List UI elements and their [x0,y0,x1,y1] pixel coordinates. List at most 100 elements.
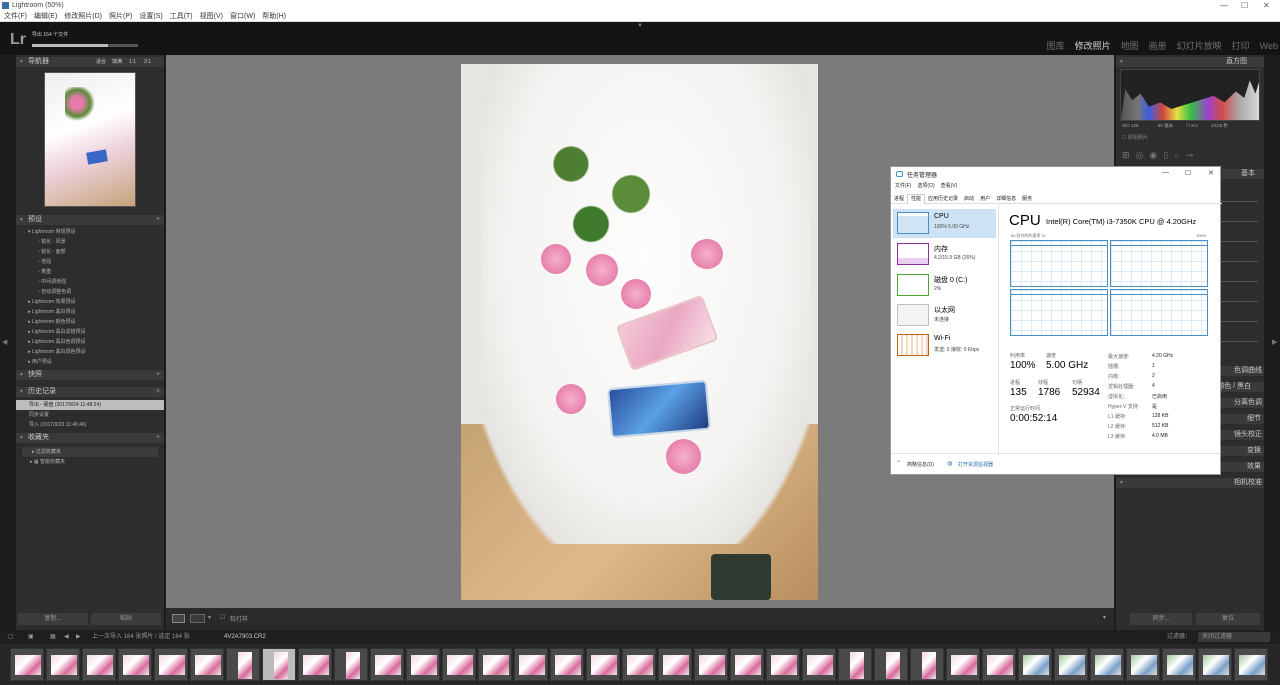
collapse-top-arrow-icon[interactable]: ▲ [637,22,643,28]
tab-performance[interactable]: 性能 [907,194,926,205]
filmstrip-thumbnail[interactable] [1126,648,1160,681]
filmstrip-thumbnail[interactable] [10,648,44,681]
menu-photo[interactable]: 照片(P) [109,13,132,20]
menu-tools[interactable]: 工具(T) [170,13,193,20]
tab-users[interactable]: 用户 [977,195,993,204]
tm-maximize-button[interactable]: ☐ [1185,169,1191,177]
tab-processes[interactable]: 进程 [891,195,907,204]
filmstrip-thumbnail[interactable] [1054,648,1088,681]
module-map[interactable]: 地图 [1121,41,1139,51]
perf-item-ethernet[interactable]: 以太网 未连接 [893,301,996,330]
tm-menu-file[interactable]: 文件(F) [895,183,911,189]
collections-header[interactable]: 收藏夹 + [16,433,164,443]
toolbar-menu-chevron-icon[interactable]: ▾ [1103,614,1106,621]
filmstrip-thumbnail[interactable] [226,648,260,681]
filmstrip-thumbnail[interactable] [1234,648,1268,681]
filmstrip-thumbnail[interactable] [694,648,728,681]
maximize-button[interactable]: ☐ [1241,0,1248,11]
crop-tool-icon[interactable]: ⊞ [1122,150,1136,160]
module-develop[interactable]: 修改照片 [1075,41,1111,51]
filmstrip-thumbnail[interactable] [298,648,332,681]
open-resource-monitor-link[interactable]: 打开资源监视器 [958,461,993,468]
preset-group[interactable]: ▸ Lightroom 黑白滤镜预设 [16,327,86,337]
preset-group[interactable]: ▸ Lightroom 黑白色调预设 [16,337,86,347]
add-collection-icon[interactable]: + [156,433,160,443]
tab-services[interactable]: 服务 [1019,195,1035,204]
tab-details[interactable]: 详细信息 [993,195,1019,204]
preset-group[interactable]: ▸ Lightroom 黑白调色预设 [16,347,86,357]
collection-item-filter[interactable]: ▸ 过滤收藏夹 [22,447,158,457]
calibration-header[interactable]: 相机校准 [1116,478,1264,488]
menu-edit[interactable]: 编辑(E) [34,13,57,20]
history-item[interactable]: 同步设置 [16,410,164,420]
filmstrip-thumbnail[interactable] [334,648,368,681]
tm-close-button[interactable]: ✕ [1208,169,1214,177]
grid-view-icon[interactable]: ▦ [50,630,56,644]
add-preset-icon[interactable]: + [156,215,160,225]
histogram-graph[interactable] [1120,69,1260,121]
photo-preview[interactable] [461,64,818,600]
radial-filter-icon[interactable]: ○ [1174,150,1185,160]
perf-item-memory[interactable]: 内存 4.2/15.9 GB (26%) [893,240,996,269]
add-snapshot-icon[interactable]: + [156,370,160,380]
history-item[interactable]: 导入 (2017/9/23 11:46:46) [16,420,164,430]
filmstrip-thumbnail[interactable] [586,648,620,681]
module-library[interactable]: 图库 [1047,41,1065,51]
preset-group[interactable]: ▸ Lightroom 效果预设 [16,297,86,307]
secondary-window-icon[interactable]: ▣ [28,630,34,644]
filmstrip-thumbnail[interactable] [730,648,764,681]
clear-history-icon[interactable]: × [156,387,160,397]
tab-app-history[interactable]: 应用历史记录 [925,195,961,204]
filmstrip-thumbnail[interactable] [514,648,548,681]
zoom-fit[interactable]: 适合 [96,57,106,67]
snapshots-header[interactable]: 快照 + [16,370,164,380]
filmstrip-thumbnail[interactable] [406,648,440,681]
module-web[interactable]: Web [1260,41,1278,51]
preset-item[interactable]: ▫ 锐化 - 风景 [16,237,86,247]
filmstrip-thumbnail[interactable] [874,648,908,681]
filmstrip-thumbnail[interactable] [910,648,944,681]
fewer-details-chevron-icon[interactable]: ⌃ [896,460,901,467]
preset-group[interactable]: ▸ 用户预设 [16,357,86,367]
filmstrip-thumbnail-selected[interactable] [262,648,296,681]
preset-group[interactable]: ▸ Lightroom 颜色预设 [16,317,86,327]
filmstrip-thumbnail[interactable] [1162,648,1196,681]
spot-removal-icon[interactable]: ◎ [1136,150,1150,160]
filmstrip-thumbnail[interactable] [478,648,512,681]
presets-header[interactable]: 预设 + [16,215,164,225]
filmstrip-thumbnail[interactable] [82,648,116,681]
filmstrip-thumbnail[interactable] [802,648,836,681]
filmstrip-thumbnail[interactable] [946,648,980,681]
menu-file[interactable]: 文件(F) [4,13,27,20]
navigator-preview[interactable] [44,72,136,207]
filmstrip-thumbnail[interactable] [46,648,80,681]
perf-item-cpu[interactable]: CPU 100% 5.00 GHz [893,209,996,238]
module-book[interactable]: 画册 [1149,41,1167,51]
preset-item[interactable]: ▫ 着重 [16,267,86,277]
fewer-details-link[interactable]: 简略信息(D) [907,461,934,468]
zoom-fill[interactable]: 填满 [112,57,122,67]
menu-help[interactable]: 帮助(H) [262,13,286,20]
module-slideshow[interactable]: 幻灯片放映 [1177,41,1222,51]
filmstrip-thumbnail[interactable] [1090,648,1124,681]
minimize-button[interactable]: — [1220,0,1228,11]
menu-window[interactable]: 窗口(W) [230,13,255,20]
menu-view[interactable]: 视图(V) [200,13,223,20]
filmstrip-thumbnail[interactable] [370,648,404,681]
paste-settings-button[interactable]: 粘贴 [91,613,161,625]
module-print[interactable]: 打印 [1232,41,1250,51]
prev-photo-icon[interactable]: ◀ [64,630,69,644]
filmstrip-thumbnail[interactable] [442,648,476,681]
preset-item[interactable]: ▫ 自动调整色调 [16,287,86,297]
next-photo-icon[interactable]: ▶ [76,630,81,644]
filmstrip-thumbnail[interactable] [982,648,1016,681]
preset-item[interactable]: ▫ 中间调增强 [16,277,86,287]
original-photo-toggle[interactable]: ☐ 原始照片 [1122,134,1148,141]
filmstrip-thumbnail[interactable] [658,648,692,681]
copy-settings-button[interactable]: 复制... [18,613,88,625]
menu-settings[interactable]: 设置(S) [139,13,162,20]
menu-develop[interactable]: 修改照片(D) [64,13,102,20]
tm-minimize-button[interactable]: — [1162,169,1169,176]
filmstrip-thumbnail[interactable] [118,648,152,681]
adjustment-brush-icon[interactable]: ⊸ [1186,150,1200,160]
